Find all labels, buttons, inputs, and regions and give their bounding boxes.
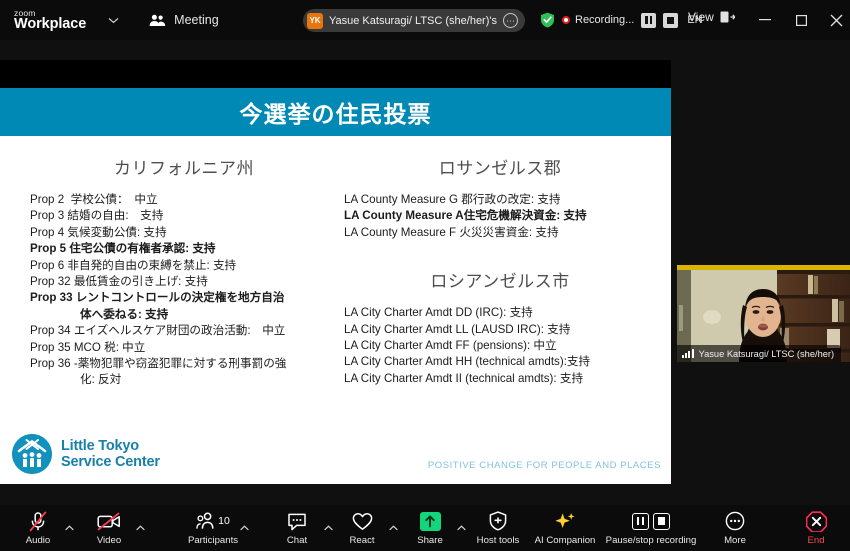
list-item: Prop 33 レントコントロールの決定権を地方自治 xyxy=(30,291,285,305)
toolbar-item-label: Participants xyxy=(187,534,239,546)
active-speaker-name: Yasue Katsuragi/ LTSC (she/her)'s xyxy=(329,14,497,27)
list-item: LA City Charter Amdt FF (pensions): 中立 xyxy=(344,339,557,353)
list-item: Prop 2 学校公債： 中立 xyxy=(30,193,158,206)
maximize-button[interactable] xyxy=(788,8,814,32)
recording-status-group: Recording... EN xyxy=(540,9,703,31)
stop-recording-button[interactable] xyxy=(663,12,679,28)
slide-footer: Little Tokyo Service Center POSITIVE CHA… xyxy=(0,426,671,484)
list-item: Prop 34 エイズヘルスケア財団の政治活動: 中立 xyxy=(30,324,286,338)
column-la: ロサンゼルス郡 LA County Measure G 郡行政の改定: 支持 LA… xyxy=(340,136,660,387)
minimize-button[interactable] xyxy=(752,8,778,32)
microphone-muted-icon xyxy=(28,511,48,532)
chevron-up-icon[interactable] xyxy=(133,505,148,551)
list-item: LA County Measure G 郡行政の改定: 支持 xyxy=(344,193,561,206)
recording-label: Recording... xyxy=(575,14,635,26)
california-prop-list: Prop 2 学校公債： 中立 Prop 3 結婚の自由: 支持 Prop 4 気候… xyxy=(24,192,344,389)
active-speaker-pill[interactable]: YK Yasue Katsuragi/ LTSC (she/her)'s ⋯ xyxy=(303,9,525,32)
video-participant-name: Yasue Katsuragi/ LTSC (she/her) xyxy=(698,348,835,359)
camera-muted-icon xyxy=(97,511,121,532)
recording-indicator: Recording... xyxy=(562,14,634,26)
toolbar-item-label: AI Companion xyxy=(534,534,596,546)
toolbar-item-label: End xyxy=(807,534,825,546)
column-heading-la-city: ロシアンゼルス市 xyxy=(430,272,570,292)
signal-bars-icon xyxy=(682,349,694,358)
pause-recording-button[interactable] xyxy=(641,12,657,28)
list-item: LA City Charter Amdt DD (IRC): 支持 xyxy=(344,306,533,320)
meeting-stage: 今選挙の住民投票 カリフォルニア州 Prop 2 学校公債： 中立 Prop 3 … xyxy=(0,40,850,505)
list-item: Prop 4 気候変動公債: 支持 xyxy=(30,225,167,239)
toolbar-more-button[interactable]: More xyxy=(695,505,775,551)
list-item: LA City Charter Amdt LL (LAUSD IRC): 支持 xyxy=(344,322,571,336)
slide-tagline: POSITIVE CHANGE FOR PEOPLE AND PLACES xyxy=(427,460,661,471)
toolbar-item-label: Pause/stop recording xyxy=(605,534,697,546)
la-city-amendment-list: LA City Charter Amdt DD (IRC): 支持 LA City… xyxy=(340,305,660,387)
column-heading-la-county: ロサンゼルス郡 xyxy=(438,159,562,178)
presentation-slide: 今選挙の住民投票 カリフォルニア州 Prop 2 学校公債： 中立 Prop 3 … xyxy=(0,88,671,484)
record-dot-icon xyxy=(562,16,570,24)
share-screen-icon xyxy=(419,511,441,532)
la-county-measure-list: LA County Measure G 郡行政の改定: 支持 LA County … xyxy=(340,192,660,241)
people-icon xyxy=(149,14,166,27)
chevron-up-icon[interactable] xyxy=(237,505,252,551)
list-item: LA City Charter Amdt HH (technical amdts… xyxy=(344,355,591,369)
ltsc-logo-line2: Service Center xyxy=(61,454,160,470)
chat-bubble-icon xyxy=(287,511,307,532)
slide-title: 今選挙の住民投票 xyxy=(239,101,432,127)
video-name-label: Yasue Katsuragi/ LTSC (she/her) xyxy=(677,345,842,362)
title-bar: zoom Workplace Meeting YK Yasue Katsurag… xyxy=(0,0,850,40)
ellipsis-icon xyxy=(725,511,745,532)
zoom-workplace-logo: zoom Workplace xyxy=(14,8,87,32)
list-item: Prop 3 結婚の自由: 支持 xyxy=(30,209,164,223)
ltsc-logo-text: Little Tokyo Service Center xyxy=(61,438,160,470)
slide-title-banner: 今選挙の住民投票 xyxy=(0,88,671,136)
shield-icon xyxy=(489,511,507,532)
list-item: 化: 反対 xyxy=(80,373,122,387)
list-item: LA County Measure F 火災災害資金: 支持 xyxy=(344,225,559,239)
ellipsis-icon[interactable]: ⋯ xyxy=(503,13,518,28)
list-item: Prop 36 -薬物犯罪や窃盗犯罪に対する刑事罰の強 xyxy=(30,357,287,371)
chevron-down-icon[interactable] xyxy=(108,17,119,24)
list-item: LA County Measure A住宅危機解決資金: 支持 xyxy=(344,209,587,223)
ltsc-logo: Little Tokyo Service Center xyxy=(12,434,160,474)
end-call-icon xyxy=(805,510,827,532)
meeting-toolbar: Audio Video 10 Participants Chat React Sha… xyxy=(0,505,850,551)
list-item: 体へ委ねる: 支持 xyxy=(80,307,169,321)
close-button[interactable] xyxy=(823,8,849,32)
toolbar-item-label: Video xyxy=(96,534,122,546)
view-button[interactable]: View xyxy=(688,10,735,24)
toolbar-item-label: Chat xyxy=(286,534,308,546)
shared-screen-area[interactable]: 今選挙の住民投票 カリフォルニア州 Prop 2 学校公債： 中立 Prop 3 … xyxy=(0,60,671,484)
participant-video-tile[interactable]: Yasue Katsuragi/ LTSC (she/her) xyxy=(677,265,850,362)
toolbar-end-button[interactable]: End xyxy=(776,505,850,551)
pause-stop-recording-icon xyxy=(632,511,670,532)
toolbar-pause-stop-recording-button[interactable]: Pause/stop recording xyxy=(606,505,696,551)
sparkle-icon xyxy=(554,511,576,532)
list-item: Prop 5 住宅公債の有権者承認: 支持 xyxy=(30,242,216,256)
list-item: LA City Charter Amdt II (technical amdts… xyxy=(344,371,584,385)
layout-icon xyxy=(720,11,735,23)
toolbar-ai-companion-button[interactable]: AI Companion xyxy=(525,505,605,551)
list-item: Prop 6 非自発的自由の束縛を禁止: 支持 xyxy=(30,258,237,272)
ltsc-logo-line1: Little Tokyo xyxy=(61,437,139,454)
participant-count: 10 xyxy=(218,515,230,527)
zoom-meeting-window: zoom Workplace Meeting YK Yasue Katsurag… xyxy=(0,0,850,551)
column-heading-california: カリフォルニア州 xyxy=(114,159,254,178)
toolbar-item-label: More xyxy=(724,534,746,546)
toolbar-item-label: Host tools xyxy=(476,534,520,546)
column-california: カリフォルニア州 Prop 2 学校公債： 中立 Prop 3 結婚の自由: 支持… xyxy=(24,136,344,389)
list-item: Prop 35 MCO 税: 中立 xyxy=(30,340,146,354)
avatar: YK xyxy=(307,12,323,29)
meeting-tab[interactable]: Meeting xyxy=(149,13,219,27)
participants-icon: 10 xyxy=(196,511,230,532)
meeting-label: Meeting xyxy=(174,13,219,27)
shield-check-icon[interactable] xyxy=(540,12,555,28)
toolbar-item-label: Audio xyxy=(25,534,51,546)
brand-workplace-text: Workplace xyxy=(14,16,87,32)
ltsc-house-logo-icon xyxy=(12,434,52,474)
list-item: Prop 32 最低賃金の引き上げ: 支持 xyxy=(30,275,208,289)
toolbar-item-label: Share xyxy=(417,534,443,546)
view-label: View xyxy=(688,10,714,24)
toolbar-item-label: React xyxy=(349,534,375,546)
heart-icon xyxy=(352,511,373,532)
